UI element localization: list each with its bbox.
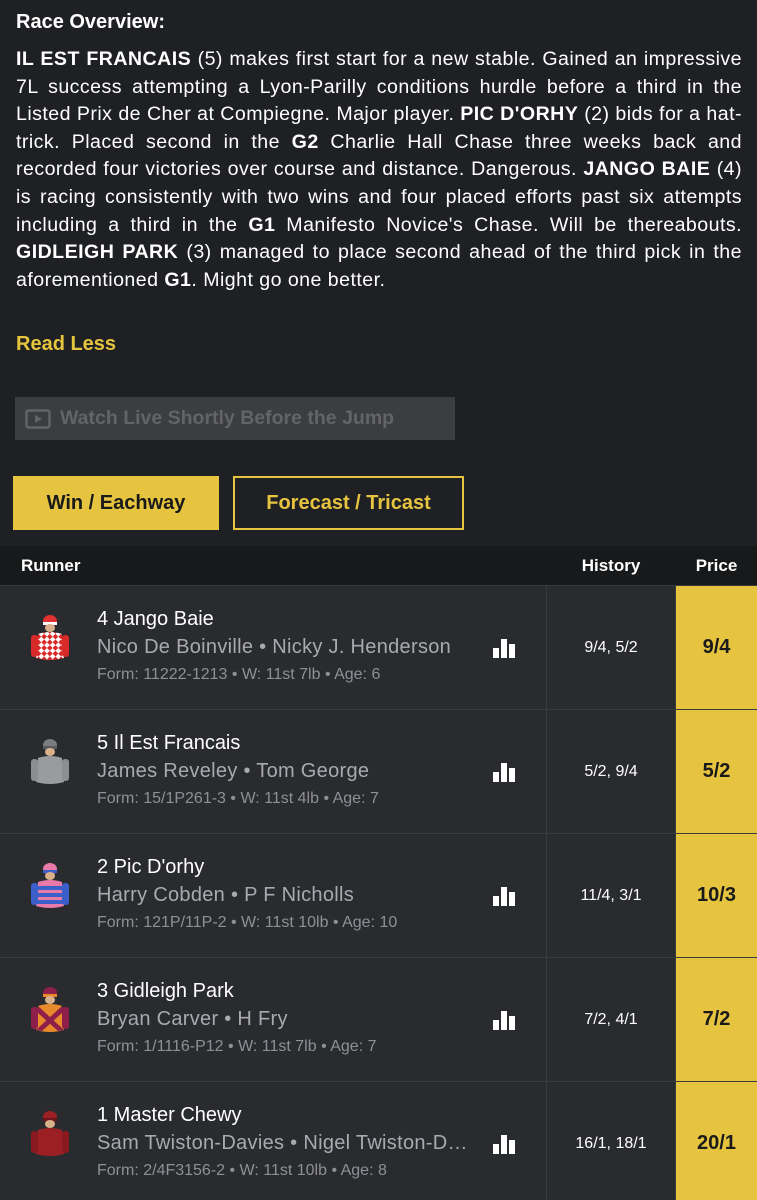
table-row[interactable]: 3 Gidleigh Park Bryan Carver • H Fry For…	[0, 957, 757, 1081]
race-overview-text: IL EST FRANCAIS (5) makes first start fo…	[16, 48, 742, 291]
runner-form: Form: 15/1P261-3 • W: 11st 4lb • Age: 7	[97, 790, 379, 807]
table-row[interactable]: 5 Il Est Francais James Reveley • Tom Ge…	[0, 709, 757, 833]
runner-name: 3 Gidleigh Park	[97, 980, 234, 1002]
table-row[interactable]: 2 Pic D'orhy Harry Cobden • P F Nicholls…	[0, 833, 757, 957]
runner-name: 2 Pic D'orhy	[97, 856, 205, 878]
stats-bar-chart-icon[interactable]	[492, 1009, 517, 1031]
race-overview-title: Race Overview:	[16, 11, 165, 33]
runner-form: Form: 121P/11P-2 • W: 11st 10lb • Age: 1…	[97, 914, 398, 931]
jockey-trainer: Bryan Carver • H Fry	[97, 1008, 288, 1030]
price-button[interactable]: 7/2	[676, 958, 757, 1081]
history-cell: 5/2, 9/4	[546, 710, 676, 833]
history-cell: 11/4, 3/1	[546, 834, 676, 957]
runner-name: 1 Master Chewy	[97, 1104, 242, 1126]
tab-win-eachway[interactable]: Win / Eachway	[13, 476, 219, 530]
jockey-silk-icon	[31, 987, 69, 1032]
jockey-silk-icon	[31, 739, 69, 784]
stats-bar-chart-icon[interactable]	[492, 637, 517, 659]
stats-bar-chart-icon[interactable]	[492, 761, 517, 783]
history-cell: 7/2, 4/1	[546, 958, 676, 1081]
price-button[interactable]: 5/2	[676, 710, 757, 833]
runner-cell: 3 Gidleigh Park Bryan Carver • H Fry For…	[0, 958, 546, 1081]
runner-form: Form: 2/4F3156-2 • W: 11st 10lb • Age: 8	[97, 1162, 387, 1179]
jockey-trainer: Nico De Boinville • Nicky J. Henderson	[97, 636, 452, 658]
jockey-silk-icon	[31, 1111, 69, 1156]
read-less-link[interactable]: Read Less	[16, 330, 116, 358]
header-runner: Runner	[21, 556, 81, 575]
jockey-trainer: Sam Twiston-Davies • Nigel Twiston-Davie…	[97, 1132, 469, 1154]
play-video-icon	[25, 408, 51, 429]
runners-table: Runner History Price 4 Jango Baie Nico D…	[0, 546, 757, 1200]
jockey-silk-icon	[31, 615, 69, 660]
runner-name: 5 Il Est Francais	[97, 732, 241, 754]
stats-bar-chart-icon[interactable]	[492, 1133, 517, 1155]
runner-cell: 2 Pic D'orhy Harry Cobden • P F Nicholls…	[0, 834, 546, 957]
header-price: Price	[695, 556, 738, 575]
stats-bar-chart-icon[interactable]	[492, 885, 517, 907]
runner-form: Form: 11222-1213 • W: 11st 7lb • Age: 6	[97, 666, 381, 683]
runner-cell: 4 Jango Baie Nico De Boinville • Nicky J…	[0, 586, 546, 709]
jockey-silk-icon	[31, 863, 69, 908]
runner-form: Form: 1/1116-P12 • W: 11st 7lb • Age: 7	[97, 1038, 377, 1055]
price-button[interactable]: 10/3	[676, 834, 757, 957]
price-button[interactable]: 20/1	[676, 1082, 757, 1200]
runner-cell: 1 Master Chewy Sam Twiston-Davies • Nige…	[0, 1082, 546, 1200]
watch-live-button: Watch Live Shortly Before the Jump	[15, 397, 455, 440]
runner-name: 4 Jango Baie	[97, 608, 214, 630]
jockey-trainer: Harry Cobden • P F Nicholls	[97, 884, 355, 906]
table-row[interactable]: 4 Jango Baie Nico De Boinville • Nicky J…	[0, 585, 757, 709]
price-button[interactable]: 9/4	[676, 586, 757, 709]
table-row[interactable]: 1 Master Chewy Sam Twiston-Davies • Nige…	[0, 1081, 757, 1200]
runner-cell: 5 Il Est Francais James Reveley • Tom Ge…	[0, 710, 546, 833]
header-history: History	[581, 556, 641, 575]
history-cell: 16/1, 18/1	[546, 1082, 676, 1200]
race-overview: Race Overview: IL EST FRANCAIS (5) makes…	[16, 8, 742, 294]
tab-forecast-tricast[interactable]: Forecast / Tricast	[233, 476, 464, 530]
jockey-trainer: James Reveley • Tom George	[97, 760, 370, 782]
history-cell: 9/4, 5/2	[546, 586, 676, 709]
table-header: Runner History Price	[0, 546, 757, 585]
watch-live-label: Watch Live Shortly Before the Jump	[60, 407, 395, 429]
